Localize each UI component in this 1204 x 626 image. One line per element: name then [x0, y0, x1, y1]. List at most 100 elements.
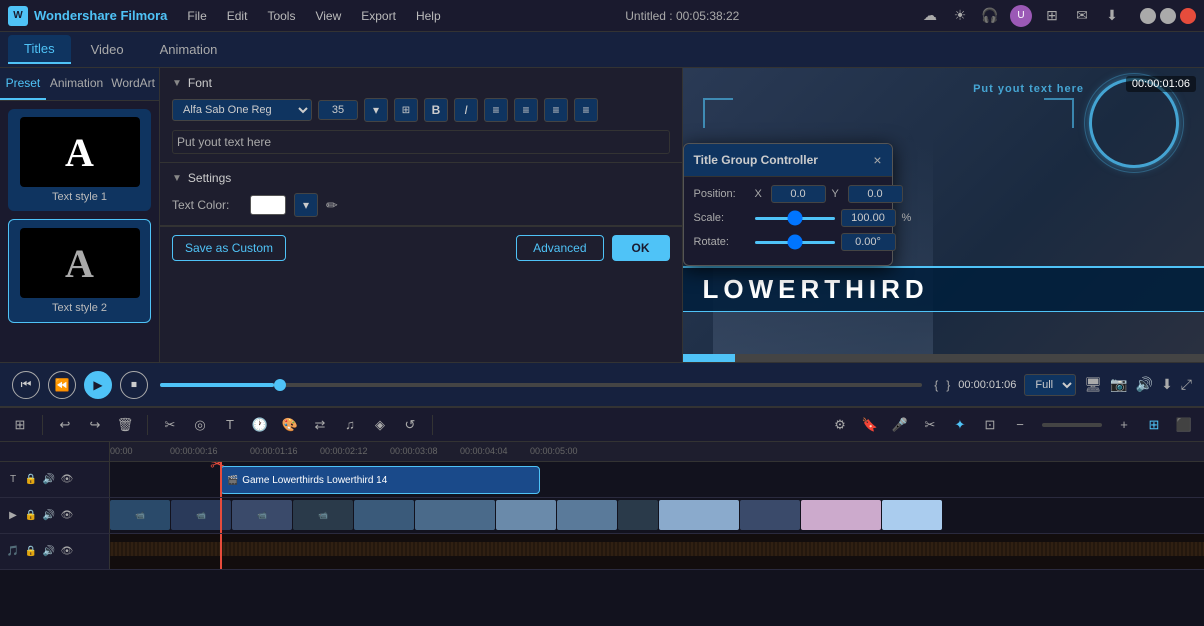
- split-button[interactable]: ⊡: [978, 413, 1002, 437]
- track-lock2-icon[interactable]: 🔒: [24, 509, 38, 523]
- bold-button[interactable]: B: [424, 98, 448, 122]
- top-bar: W Wondershare Filmora File Edit Tools Vi…: [0, 0, 1204, 32]
- track-volume2-icon[interactable]: 🔊: [42, 509, 56, 523]
- cloud-icon[interactable]: ☁: [920, 6, 940, 26]
- download-icon[interactable]: ⬇: [1102, 6, 1122, 26]
- italic-button[interactable]: I: [454, 98, 478, 122]
- minimize-button[interactable]: [1140, 8, 1156, 24]
- menu-export[interactable]: Export: [357, 7, 400, 25]
- ruler-mark-3: 00:00:02:12: [320, 446, 368, 456]
- snap-button[interactable]: ⊞: [8, 413, 32, 437]
- align-justify-button[interactable]: ≡: [574, 98, 598, 122]
- menu-tools[interactable]: Tools: [263, 7, 299, 25]
- effects-button[interactable]: ◈: [368, 413, 392, 437]
- tgc-scale-input[interactable]: [841, 209, 896, 227]
- more-button[interactable]: ⊞: [1142, 413, 1166, 437]
- headset-icon[interactable]: 🎧: [980, 6, 1000, 26]
- ok-button[interactable]: OK: [612, 235, 670, 261]
- tgc-rotate-input[interactable]: [841, 233, 896, 251]
- cut-button[interactable]: ✂: [158, 413, 182, 437]
- align-left-button[interactable]: ≡: [484, 98, 508, 122]
- quality-select[interactable]: Full: [1024, 374, 1076, 396]
- undo-button[interactable]: ↩: [53, 413, 77, 437]
- settings-section-label: Settings: [188, 171, 231, 185]
- tab-animation[interactable]: Animation: [144, 36, 234, 63]
- title-clip[interactable]: 🎬 Game Lowerthirds Lowerthird 14: [220, 466, 540, 494]
- timeline-scrubber[interactable]: [160, 383, 922, 387]
- menu-bar: File Edit Tools View Export Help: [183, 7, 444, 25]
- bookmark-button[interactable]: 🔖: [858, 413, 882, 437]
- paint-button[interactable]: 🎨: [278, 413, 302, 437]
- menu-edit[interactable]: Edit: [223, 7, 252, 25]
- font-family-select[interactable]: Alfa Sab One Reg: [172, 99, 312, 121]
- eyedropper-icon[interactable]: ✏: [326, 197, 338, 214]
- tab-wordart[interactable]: WordArt: [107, 68, 159, 100]
- user-avatar[interactable]: U: [1010, 5, 1032, 27]
- cut2-button[interactable]: ✂: [918, 413, 942, 437]
- settings-section-header[interactable]: ▼ Settings: [172, 171, 670, 185]
- redo-button[interactable]: ↪: [83, 413, 107, 437]
- grid-icon[interactable]: ⊞: [1042, 6, 1062, 26]
- align-center-button[interactable]: ≡: [514, 98, 538, 122]
- play-button[interactable]: ▶: [84, 371, 112, 399]
- text-color-swatch[interactable]: [250, 195, 286, 215]
- track-eye2-icon[interactable]: 👁: [60, 509, 74, 523]
- tgc-rotate-slider[interactable]: [755, 241, 835, 244]
- menu-help[interactable]: Help: [412, 7, 445, 25]
- font-section-header[interactable]: ▼ Font: [172, 76, 670, 90]
- mic-button[interactable]: 🎤: [888, 413, 912, 437]
- track-lock3-icon[interactable]: 🔒: [24, 545, 38, 559]
- rewind-button[interactable]: ↺: [398, 413, 422, 437]
- settings-icon[interactable]: ⚙: [828, 413, 852, 437]
- zoom-slider[interactable]: [1042, 423, 1102, 427]
- stop-button[interactable]: ⏹: [120, 371, 148, 399]
- track-eye-icon[interactable]: 👁: [60, 473, 74, 487]
- track-eye3-icon[interactable]: 👁: [60, 545, 74, 559]
- audio-button[interactable]: ♫: [338, 413, 362, 437]
- style-item-2[interactable]: A Text style 2: [8, 219, 151, 323]
- menu-file[interactable]: File: [183, 7, 210, 25]
- fullscreen-tl-button[interactable]: ⬛: [1172, 413, 1196, 437]
- step-back-button[interactable]: ⏪: [48, 371, 76, 399]
- tgc-close-button[interactable]: ×: [873, 152, 881, 168]
- color-dropdown-icon[interactable]: ▾: [294, 193, 318, 217]
- tgc-x-input[interactable]: [771, 185, 826, 203]
- close-button[interactable]: [1180, 8, 1196, 24]
- font-size-dropdown-icon[interactable]: ▾: [364, 98, 388, 122]
- track-volume3-icon[interactable]: 🔊: [42, 545, 56, 559]
- zoom-in-button[interactable]: +: [1112, 413, 1136, 437]
- track-volume-icon[interactable]: 🔊: [42, 473, 56, 487]
- delete-button[interactable]: 🗑: [113, 413, 137, 437]
- font-size-input[interactable]: [318, 100, 358, 120]
- skip-back-button[interactable]: ⏮: [12, 371, 40, 399]
- preview-scrubber[interactable]: [683, 354, 1204, 362]
- ai-button[interactable]: ✦: [948, 413, 972, 437]
- clock-button[interactable]: 🕐: [248, 413, 272, 437]
- monitor-icon[interactable]: 🖥: [1084, 376, 1102, 393]
- transform-button[interactable]: ⇄: [308, 413, 332, 437]
- tab-animation-sub[interactable]: Animation: [46, 68, 107, 100]
- tab-titles[interactable]: Titles: [8, 35, 71, 64]
- maximize-button[interactable]: [1160, 8, 1176, 24]
- speaker-icon[interactable]: 🔊: [1136, 376, 1153, 393]
- track-lock-icon[interactable]: 🔒: [24, 473, 38, 487]
- text-button[interactable]: T: [218, 413, 242, 437]
- align-right-button[interactable]: ≡: [544, 98, 568, 122]
- tab-video[interactable]: Video: [75, 36, 140, 63]
- camera-icon[interactable]: 📷: [1110, 376, 1127, 393]
- advanced-button[interactable]: Advanced: [516, 235, 603, 261]
- timeline-ruler: 00:00 00:00:00:16 00:00:01:16 00:00:02:1…: [0, 442, 1204, 462]
- tab-preset[interactable]: Preset: [0, 68, 46, 100]
- menu-view[interactable]: View: [311, 7, 345, 25]
- crop-button[interactable]: ◎: [188, 413, 212, 437]
- sun-icon[interactable]: ☀: [950, 6, 970, 26]
- download2-icon[interactable]: ⬇: [1161, 376, 1173, 393]
- mail-icon[interactable]: ✉: [1072, 6, 1092, 26]
- text-grid-icon[interactable]: ⊞: [394, 98, 418, 122]
- style-item-1[interactable]: A Text style 1: [8, 109, 151, 211]
- expand-icon[interactable]: ⤢: [1181, 376, 1192, 393]
- tgc-scale-slider[interactable]: [755, 217, 835, 220]
- save-custom-button[interactable]: Save as Custom: [172, 235, 286, 261]
- zoom-out-button[interactable]: −: [1008, 413, 1032, 437]
- tgc-y-input[interactable]: [848, 185, 903, 203]
